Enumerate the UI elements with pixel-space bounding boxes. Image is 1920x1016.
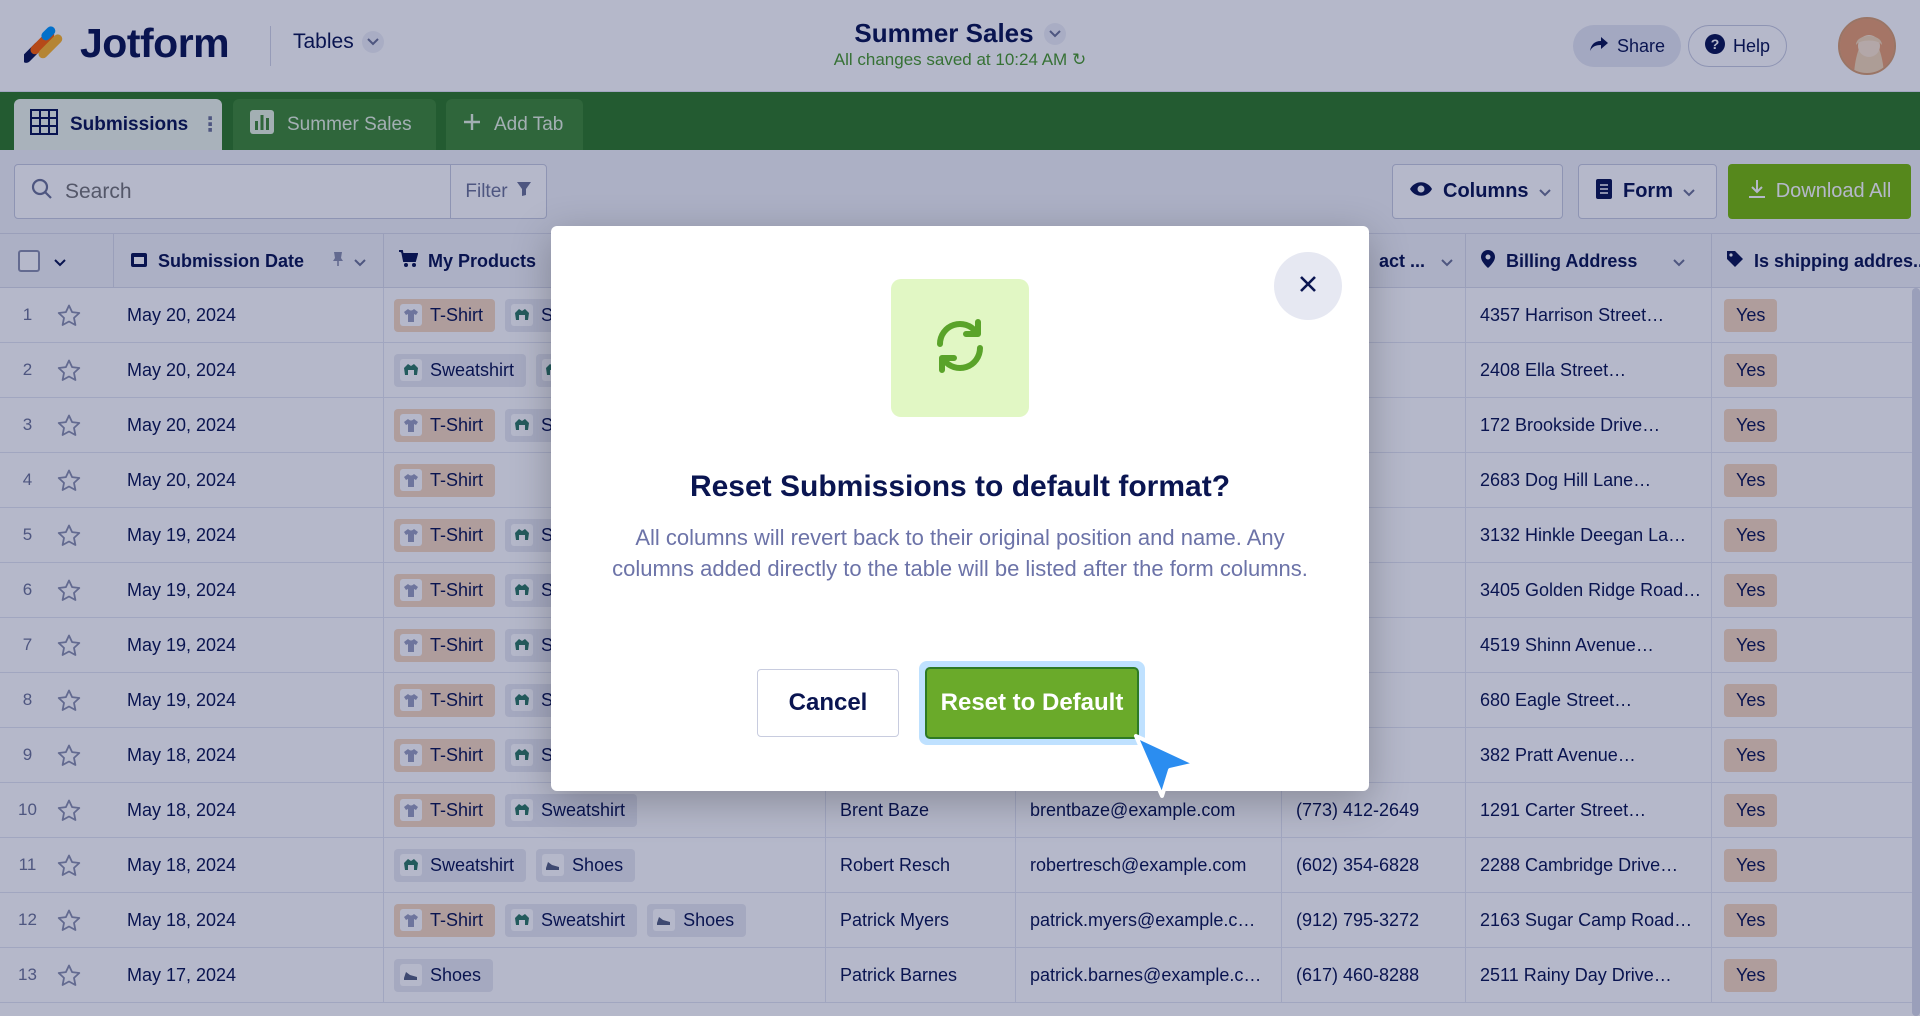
reset-to-default-button[interactable]: Reset to Default: [925, 667, 1139, 739]
mouse-cursor-icon: [1132, 732, 1202, 807]
dialog-title: Reset Submissions to default format?: [689, 470, 1231, 503]
refresh-icon-tile: [891, 279, 1029, 417]
refresh-icon: [928, 314, 992, 383]
dialog-message: All columns will revert back to their or…: [612, 525, 1308, 581]
close-button[interactable]: [1274, 252, 1342, 320]
close-icon: [1298, 274, 1318, 299]
cancel-button[interactable]: Cancel: [757, 669, 899, 737]
reset-dialog: Reset Submissions to default format? All…: [551, 226, 1369, 791]
